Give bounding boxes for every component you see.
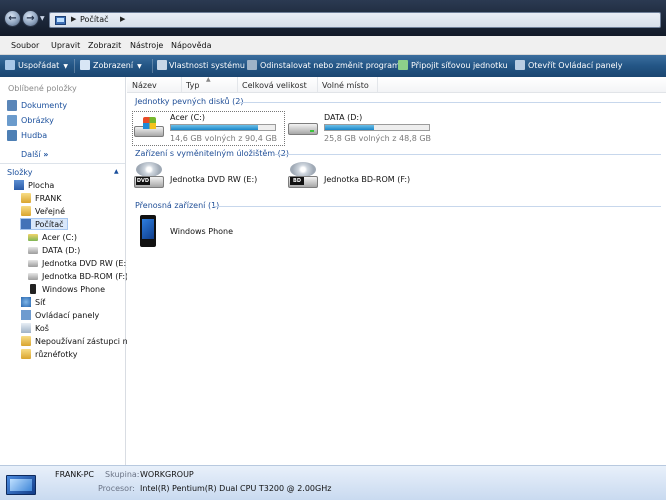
drive-item-dvd[interactable]: Jednotka DVD RW (E:) [170, 175, 257, 184]
documents-icon [7, 100, 17, 111]
processor-value: Intel(R) Pentium(R) Dual CPU T3200 @ 2.0… [140, 484, 332, 493]
back-button[interactable]: ← [4, 10, 21, 27]
system-properties-button[interactable]: Vlastnosti systému [169, 61, 245, 70]
folder-icon [21, 206, 31, 216]
pictures-icon [7, 115, 17, 126]
group-portable-devices[interactable]: Přenosná zařízení (1) [135, 201, 219, 210]
computer-name: FRANK-PC [55, 470, 94, 479]
breadcrumb-computer[interactable]: Počítač [80, 15, 109, 24]
user-folder-icon [21, 193, 31, 203]
bd-drive-icon: BD [288, 162, 320, 192]
map-network-drive-icon [398, 60, 408, 70]
address-bar[interactable]: ▶ Počítač ▶ [49, 12, 661, 28]
column-header: Název Typ ▲ Celková velikost Volné místo [127, 76, 666, 93]
computer-icon [55, 16, 66, 25]
dvd-logo: DVD [136, 177, 150, 185]
file-list-pane: Název Typ ▲ Celková velikost Volné místo… [127, 76, 666, 465]
open-control-panel-button[interactable]: Otevřít Ovládací panely [528, 61, 623, 70]
column-free-space[interactable]: Volné místo [322, 81, 369, 90]
organize-button[interactable]: Uspořádat ▼ [18, 61, 68, 70]
device-item-windows-phone[interactable]: Windows Phone [170, 227, 233, 236]
workgroup-value: WORKGROUP [140, 470, 194, 479]
drive-c-free-space: 14,6 GB volných z 90,4 GB [170, 134, 278, 143]
favorite-links-title: Oblíbené položky [8, 84, 77, 93]
breadcrumb-arrow-icon[interactable]: ▶ [120, 15, 125, 23]
column-name[interactable]: Název [132, 81, 157, 90]
drive-item-bd[interactable]: Jednotka BD-ROM (F:) [324, 175, 410, 184]
recycle-bin-icon [21, 323, 31, 333]
views-icon [80, 60, 90, 70]
drive-icon [28, 234, 38, 241]
dvd-drive-icon: DVD [134, 162, 166, 192]
workgroup-label: Skupina: [105, 470, 140, 479]
drive-item-c[interactable]: Acer (C:) [170, 113, 205, 122]
breadcrumb-arrow-icon[interactable]: ▶ [71, 15, 76, 23]
folder-icon [21, 336, 31, 346]
drive-d-usage-bar [324, 124, 430, 131]
group-removable-storage[interactable]: Zařízení s vyměnitelným úložištěm (2) [135, 149, 289, 158]
computer-icon [21, 219, 31, 229]
title-bar: ← → ▼ ▶ Počítač ▶ [0, 0, 666, 36]
menu-help[interactable]: Nápověda [171, 41, 212, 50]
music-icon [7, 130, 17, 141]
drive-d-free-space: 25,8 GB volných z 48,8 GB [324, 134, 432, 143]
menu-view[interactable]: Zobrazit [88, 41, 121, 50]
organize-icon [5, 60, 15, 70]
navigation-pane: Oblíbené položky Dokumenty Obrázky Hudba… [0, 77, 133, 465]
forward-button[interactable]: → [22, 10, 39, 27]
computer-icon [4, 469, 38, 497]
control-panel-icon [515, 60, 525, 70]
more-favorites-link[interactable]: Další » [21, 150, 48, 159]
collapse-icon[interactable]: ▲ [114, 168, 119, 175]
desktop-icon [14, 180, 24, 190]
dvd-drive-icon [28, 260, 38, 267]
network-icon [21, 297, 31, 307]
bd-logo: BD [290, 177, 304, 185]
uninstall-icon [247, 60, 257, 70]
drive-c-usage-bar [170, 124, 276, 131]
drive-icon [28, 247, 38, 254]
folders-header[interactable]: Složky [7, 168, 32, 177]
views-button[interactable]: Zobrazení ▼ [93, 61, 142, 70]
drive-item-d[interactable]: DATA (D:) [324, 113, 362, 122]
windows-drive-icon [134, 117, 164, 139]
uninstall-button[interactable]: Odinstalovat nebo změnit program [260, 61, 400, 70]
bd-drive-icon [28, 273, 38, 280]
column-type[interactable]: Typ [186, 81, 199, 90]
command-bar: Uspořádat ▼ Zobrazení ▼ Vlastnosti systému… [0, 55, 666, 77]
system-properties-icon [157, 60, 167, 70]
menu-bar: Soubor Upravit Zobrazit Nástroje Nápověd… [0, 36, 666, 55]
column-total-size[interactable]: Celková velikost [242, 81, 307, 90]
map-network-drive-button[interactable]: Připojit síťovou jednotku [411, 61, 508, 70]
phone-icon [30, 284, 36, 294]
menu-tools[interactable]: Nástroje [130, 41, 163, 50]
group-hard-drives[interactable]: Jednotky pevných disků (2) [135, 97, 243, 106]
sort-ascending-icon: ▲ [206, 76, 211, 83]
control-panel-icon [21, 310, 31, 320]
drive-icon [288, 123, 318, 137]
folder-icon [21, 349, 31, 359]
menu-edit[interactable]: Upravit [51, 41, 80, 50]
menu-file[interactable]: Soubor [11, 41, 39, 50]
processor-label: Procesor: [98, 484, 135, 493]
recent-pages-dropdown-icon[interactable]: ▼ [40, 15, 45, 22]
details-pane: FRANK-PC Skupina: WORKGROUP Procesor: In… [0, 465, 666, 500]
windows-phone-icon [140, 215, 156, 247]
